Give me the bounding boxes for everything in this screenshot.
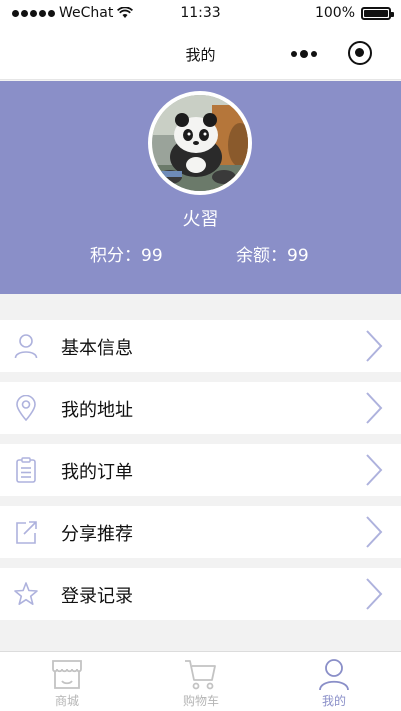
battery-status: 100%	[314, 5, 394, 21]
tab-mine[interactable]: 我的	[267, 652, 401, 711]
battery-icon	[361, 6, 394, 20]
balance-value: 余额：99	[236, 246, 309, 266]
user-icon	[14, 334, 38, 359]
share-icon	[16, 521, 37, 544]
tab-bar: 商城 购物车 我的	[0, 651, 401, 711]
person-icon	[319, 659, 349, 691]
navigation-bar: 我的	[0, 28, 401, 80]
location-pin-icon	[16, 395, 36, 421]
menu-item-label: 我的订单	[61, 462, 133, 483]
menu-item-label: 基本信息	[61, 338, 133, 359]
menu-item-label: 分享推荐	[61, 524, 133, 545]
star-icon	[14, 582, 38, 605]
close-miniprogram-icon[interactable]	[348, 41, 372, 65]
menu-item-label: 登录记录	[61, 586, 133, 607]
menu-item-my-address[interactable]: 我的地址	[0, 382, 401, 434]
menu-item-my-orders[interactable]: 我的订单	[0, 444, 401, 496]
page-title: 我的	[185, 46, 216, 64]
tab-cart[interactable]: 购物车	[134, 652, 268, 711]
chevron-right-icon	[366, 454, 383, 486]
menu-item-login-records[interactable]: 登录记录	[0, 568, 401, 620]
store-icon	[52, 660, 82, 689]
clipboard-icon	[16, 457, 36, 483]
avatar[interactable]	[148, 91, 252, 195]
more-options-icon[interactable]	[291, 44, 317, 64]
chevron-right-icon	[366, 392, 383, 424]
tab-store[interactable]: 商城	[0, 652, 134, 711]
avatar-image	[152, 95, 248, 191]
menu-item-label: 我的地址	[61, 400, 133, 421]
tab-label: 商城	[54, 694, 79, 708]
chevron-right-icon	[366, 330, 383, 362]
status-bar: WeChat 11:33 100%	[0, 0, 401, 28]
menu-item-share[interactable]: 分享推荐	[0, 506, 401, 558]
cart-icon	[185, 660, 216, 690]
points-value: 积分：99	[90, 246, 163, 266]
profile-header: 火習 积分：99 余额：99	[0, 81, 401, 294]
battery-percent: 100%	[314, 5, 355, 21]
menu-item-basic-info[interactable]: 基本信息	[0, 320, 401, 372]
tab-label: 购物车	[182, 694, 219, 708]
chevron-right-icon	[366, 578, 383, 610]
chevron-right-icon	[366, 516, 383, 548]
tab-label: 我的	[321, 694, 346, 708]
username: 火習	[182, 209, 219, 230]
